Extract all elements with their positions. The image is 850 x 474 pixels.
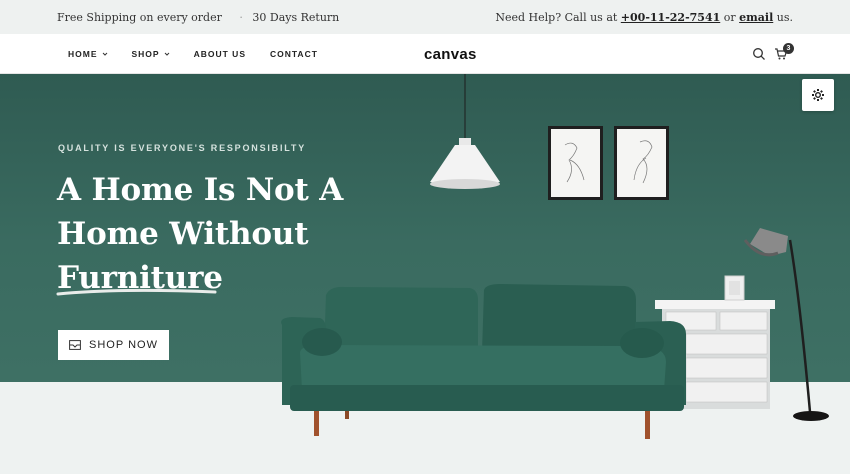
- wall-frame-left: [548, 126, 603, 200]
- hero-eyebrow: QUALITY IS EVERYONE'S RESPONSIBILTY: [58, 143, 307, 153]
- headline-line-1: A Home Is Not A: [57, 172, 344, 208]
- shop-now-button[interactable]: SHOP NOW: [58, 330, 169, 360]
- hero-headline: A Home Is Not A Home Without Furniture: [57, 168, 387, 300]
- headline-line-3: Furniture: [57, 260, 223, 296]
- wall-frame-right: [614, 126, 669, 200]
- pendant-lamp: [430, 74, 500, 189]
- headline-line-2: Home Without: [57, 216, 309, 252]
- gear-icon: [812, 89, 824, 101]
- sofa: [281, 284, 686, 439]
- settings-button[interactable]: [802, 79, 834, 111]
- mail-icon: [69, 340, 81, 350]
- shop-now-label: SHOP NOW: [89, 339, 158, 351]
